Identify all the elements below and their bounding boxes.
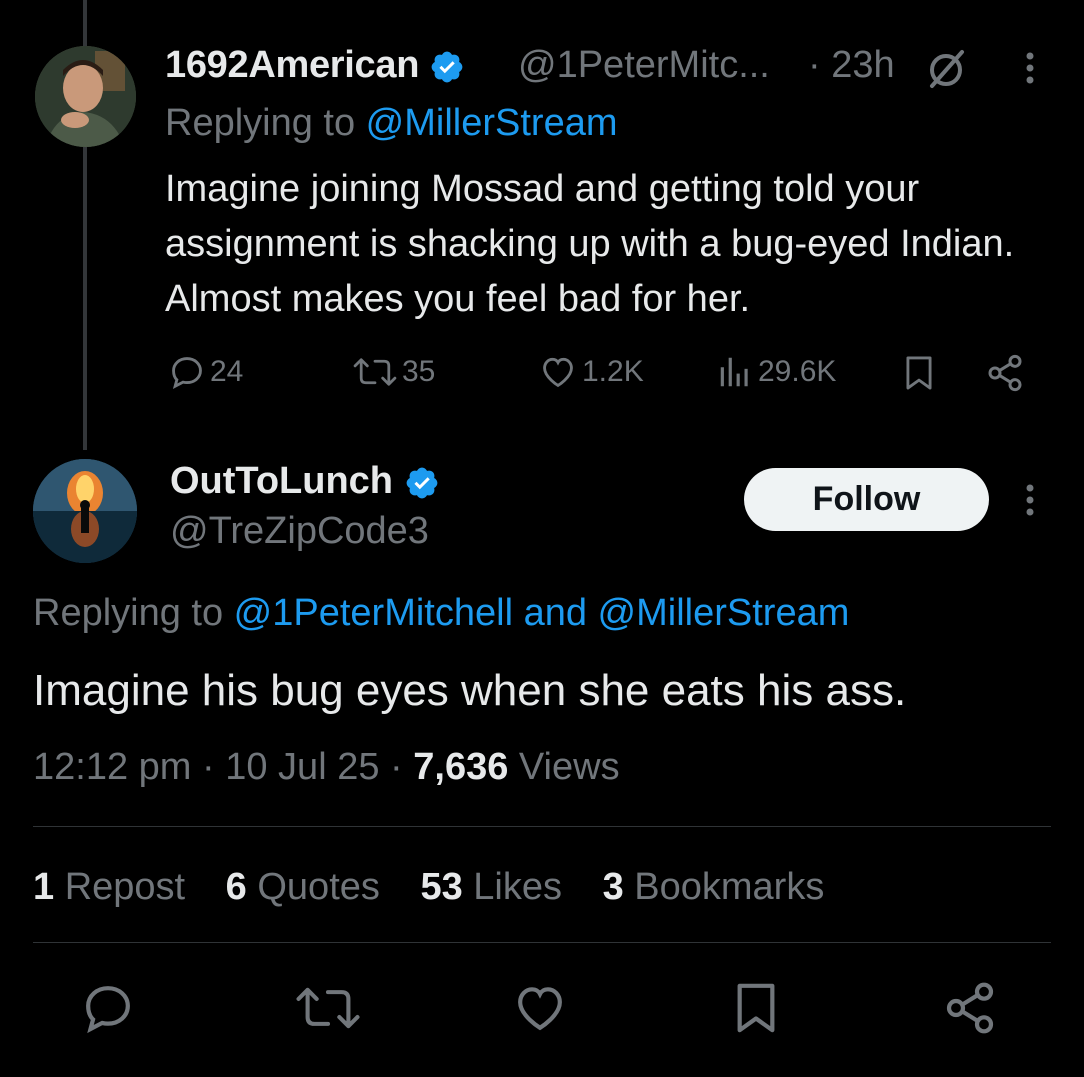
reply-icon[interactable] bbox=[80, 980, 136, 1036]
avatar-image bbox=[33, 459, 137, 563]
meta-separator: · bbox=[191, 746, 226, 788]
quotes-count: 6 bbox=[225, 866, 247, 908]
replying-to-line: Replying to @MillerStream bbox=[165, 102, 618, 145]
reply-icon bbox=[172, 357, 202, 390]
display-name-text[interactable]: 1692American bbox=[165, 44, 419, 86]
grok-icon[interactable] bbox=[924, 46, 968, 90]
share-icon bbox=[988, 354, 1022, 392]
divider bbox=[33, 942, 1051, 943]
likes-count: 53 bbox=[420, 866, 463, 908]
views-icon bbox=[720, 357, 748, 387]
verified-badge-icon bbox=[406, 467, 437, 499]
mention-link[interactable]: @1PeterMitchell bbox=[234, 592, 513, 634]
more-icon[interactable] bbox=[1020, 482, 1040, 518]
views-label: Views bbox=[508, 746, 620, 788]
verified-badge-icon bbox=[432, 51, 463, 83]
like-icon[interactable] bbox=[512, 980, 568, 1036]
likes-stat[interactable]: 53 Likes bbox=[420, 866, 562, 908]
author-display-name[interactable]: 1692American bbox=[165, 44, 465, 87]
repost-action[interactable]: 35 bbox=[352, 353, 435, 391]
views-count: 29.6K bbox=[758, 355, 837, 388]
reply-action[interactable]: 24 bbox=[168, 353, 243, 391]
tweet-timestamp[interactable]: · 23h bbox=[808, 44, 895, 87]
repost-icon[interactable] bbox=[294, 980, 362, 1036]
bookmarks-stat[interactable]: 3 Bookmarks bbox=[603, 866, 825, 908]
more-icon[interactable] bbox=[1020, 50, 1040, 86]
share-icon[interactable] bbox=[942, 980, 998, 1036]
like-action[interactable]: 1.2K bbox=[538, 353, 644, 391]
replying-prefix: Replying to bbox=[33, 592, 234, 634]
mention-link[interactable]: @MillerStream bbox=[366, 102, 618, 144]
views-action[interactable]: 29.6K bbox=[716, 353, 836, 391]
tweet-text: Imagine his bug eyes when she eats his a… bbox=[33, 666, 907, 715]
reposts-label: Repost bbox=[54, 866, 186, 908]
avatar-1692american[interactable] bbox=[35, 46, 136, 147]
author-handle[interactable]: @1PeterMitc... bbox=[518, 44, 770, 87]
tweet-text: Imagine joining Mossad and getting told … bbox=[165, 168, 1015, 320]
views-count: 7,636 bbox=[413, 746, 509, 788]
avatar-image bbox=[35, 46, 136, 147]
avatar-outtolunch[interactable] bbox=[33, 459, 137, 563]
quotes-label: Quotes bbox=[246, 866, 380, 908]
bookmarks-label: Bookmarks bbox=[623, 866, 825, 908]
display-name-text[interactable]: OutToLunch bbox=[170, 460, 393, 502]
share-action[interactable] bbox=[985, 353, 1029, 393]
engagement-stats: 1 Repost 6 Quotes 53 Likes 3 Bookmarks bbox=[33, 866, 854, 909]
tweet-meta: 12:12 pm · 10 Jul 25 · 7,636 Views bbox=[33, 746, 620, 789]
mention-link[interactable]: @MillerStream bbox=[598, 592, 850, 634]
author-handle[interactable]: @TreZipCode3 bbox=[170, 510, 429, 553]
replying-prefix: Replying to bbox=[165, 102, 366, 144]
like-icon bbox=[543, 357, 573, 388]
repost-count: 35 bbox=[402, 355, 436, 388]
reply-count: 24 bbox=[210, 355, 244, 388]
bookmark-action[interactable] bbox=[900, 353, 942, 393]
follow-button[interactable]: Follow bbox=[744, 468, 989, 531]
tweet-date[interactable]: 10 Jul 25 bbox=[225, 746, 379, 788]
bookmarks-count: 3 bbox=[602, 866, 624, 908]
bookmark-icon bbox=[906, 356, 932, 390]
replying-and: and bbox=[513, 592, 598, 634]
author-display-name[interactable]: OutToLunch bbox=[170, 460, 440, 503]
divider bbox=[33, 826, 1051, 827]
repost-icon bbox=[353, 358, 397, 386]
reposts-stat[interactable]: 1 Repost bbox=[33, 866, 185, 908]
tweet-time[interactable]: 12:12 pm bbox=[33, 746, 191, 788]
like-count: 1.2K bbox=[582, 355, 644, 388]
bookmark-icon[interactable] bbox=[728, 980, 784, 1036]
meta-separator: · bbox=[379, 746, 414, 788]
reposts-count: 1 bbox=[33, 866, 55, 908]
replying-to-line: Replying to @1PeterMitchell and @MillerS… bbox=[33, 592, 849, 635]
quotes-stat[interactable]: 6 Quotes bbox=[226, 866, 380, 908]
likes-label: Likes bbox=[462, 866, 563, 908]
